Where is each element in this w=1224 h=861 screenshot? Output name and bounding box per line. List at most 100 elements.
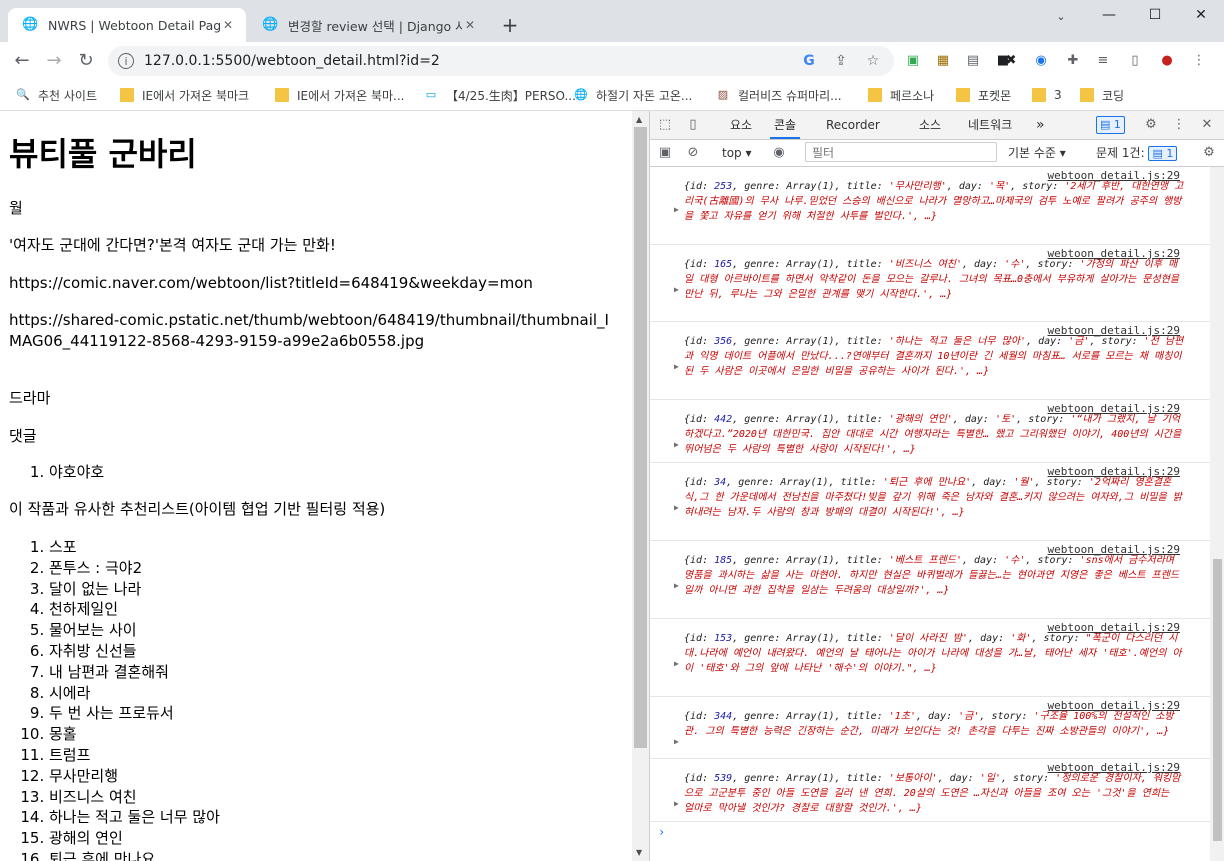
share-icon[interactable]: ⇪: [832, 52, 850, 70]
settings-gear-icon[interactable]: ⚙: [1142, 116, 1160, 134]
expand-triangle-icon[interactable]: ▶: [674, 737, 679, 746]
close-devtools-icon[interactable]: ✕: [1198, 116, 1216, 134]
console-entry[interactable]: webtoon_detail.js:29 ▶ {id: 442, genre: …: [650, 400, 1210, 463]
close-window-button[interactable]: ✕: [1178, 0, 1224, 30]
sidebar-toggle-icon[interactable]: ▣: [656, 144, 674, 162]
close-tab-icon[interactable]: ✕: [220, 17, 236, 33]
bookmark-item[interactable]: 코딩: [1080, 86, 1124, 104]
side-panel-icon[interactable]: ▯: [1126, 52, 1144, 70]
reading-list-icon[interactable]: ≡: [1094, 52, 1112, 70]
bookmark-item[interactable]: IE에서 가져온 북마크: [120, 86, 249, 104]
webtoon-story: '여자도 군대에 간다면?'본격 여자도 군대 가는 만화!: [9, 236, 336, 254]
image-extension-icon[interactable]: ▦: [934, 52, 952, 70]
folder-icon: [868, 88, 882, 102]
scroll-up-icon[interactable]: ▲: [636, 115, 642, 124]
console-prompt[interactable]: ›: [658, 825, 665, 839]
console-entry[interactable]: webtoon_detail.js:29 ▶ {id: 344, genre: …: [650, 697, 1210, 759]
console-filter-input[interactable]: 필터: [805, 142, 997, 162]
expand-triangle-icon[interactable]: ▶: [674, 799, 679, 808]
issues-link[interactable]: 문제 1건: ▤ 1: [1096, 139, 1178, 167]
tab-sources[interactable]: 소스: [919, 111, 941, 139]
issues-count-badge: ▤ 1: [1148, 146, 1178, 161]
console-scrollbar[interactable]: [1210, 167, 1224, 861]
scroll-down-icon[interactable]: ▼: [636, 848, 642, 857]
bookmark-item[interactable]: ▨ 컬러비즈 슈퍼마리...: [716, 86, 842, 104]
comment-list: 야호야호: [9, 462, 104, 483]
bookmark-item[interactable]: 🔍 추천 사이트: [16, 86, 97, 104]
tab-network[interactable]: 네트워크: [968, 111, 1012, 139]
new-tab-button[interactable]: +: [498, 13, 522, 37]
console-message: {id: 165, genre: Array(1), title: '비즈니스 …: [684, 259, 1180, 300]
back-arrow-icon[interactable]: ←: [10, 49, 34, 73]
issues-label: 문제 1건:: [1096, 146, 1145, 160]
clear-console-icon[interactable]: ⊘: [684, 144, 702, 162]
console-message: {id: 344, genre: Array(1), title: '1초', …: [684, 711, 1174, 737]
url-text[interactable]: 127.0.0.1:5500/webtoon_detail.html?id=2: [144, 53, 440, 69]
console-settings-gear-icon[interactable]: ⚙: [1200, 144, 1218, 162]
console-message: {id: 253, genre: Array(1), title: '무사만리행…: [684, 181, 1184, 222]
extension-icon[interactable]: ▤: [964, 52, 982, 70]
menu-kebab-icon[interactable]: ⋮: [1190, 52, 1208, 70]
list-item: 광해의 연인: [49, 828, 220, 849]
bookmark-item[interactable]: 🌐 하절기 자돈 고온...: [574, 86, 692, 104]
console-entry[interactable]: webtoon_detail.js:29 ▶ {id: 356, genre: …: [650, 322, 1210, 400]
bookmark-item[interactable]: IE에서 가져온 북마...: [275, 86, 404, 104]
more-tabs-icon[interactable]: »: [1036, 111, 1045, 139]
bookmark-item[interactable]: 3: [1032, 86, 1062, 104]
log-level-select[interactable]: 기본 수준 ▾: [1008, 139, 1066, 167]
cursor-extension-icon[interactable]: ✖: [1002, 52, 1020, 70]
bookmark-item[interactable]: ▭ 【4/25.生肉】PERSO...: [424, 86, 576, 104]
tab-search-icon[interactable]: ⌄: [1050, 6, 1072, 28]
expand-triangle-icon[interactable]: ▶: [674, 581, 679, 590]
browser-tab-active[interactable]: 🌐 NWRS | Webtoon Detail Page ✕: [8, 8, 246, 42]
inspect-element-icon[interactable]: ⬚: [656, 116, 674, 134]
extension-icon[interactable]: ◉: [1032, 52, 1050, 70]
console-output: webtoon_detail.js:29 ▶ {id: 253, genre: …: [650, 167, 1210, 861]
browser-tab[interactable]: 🌐 변경할 review 선택 | Django 사이트 ✕: [248, 8, 488, 42]
scrollbar-thumb[interactable]: [1213, 559, 1222, 841]
device-toolbar-icon[interactable]: ▯: [684, 116, 702, 134]
tab-console[interactable]: 콘솔: [770, 111, 801, 139]
page-scrollbar[interactable]: ▲ ▼: [632, 111, 649, 861]
console-entry[interactable]: webtoon_detail.js:29 ▶ {id: 153, genre: …: [650, 619, 1210, 697]
scrollbar-thumb[interactable]: [634, 127, 647, 748]
console-entry[interactable]: webtoon_detail.js:29 ▶ {id: 34, genre: A…: [650, 463, 1210, 541]
bookmark-label: 【4/25.生肉】PERSO...: [446, 88, 576, 103]
minimize-button[interactable]: —: [1086, 0, 1132, 30]
console-entry[interactable]: webtoon_detail.js:29 ▶ {id: 165, genre: …: [650, 245, 1210, 322]
globe-icon: 🌐: [574, 88, 588, 101]
expand-triangle-icon[interactable]: ▶: [674, 362, 679, 371]
close-tab-icon[interactable]: ✕: [462, 17, 478, 33]
console-entry[interactable]: webtoon_detail.js:29 ▶ {id: 253, genre: …: [650, 167, 1210, 245]
list-item: 하나는 적고 둘은 너무 많아: [49, 807, 220, 828]
expand-triangle-icon[interactable]: ▶: [674, 285, 679, 294]
maximize-button[interactable]: ☐: [1132, 0, 1178, 30]
expand-triangle-icon[interactable]: ▶: [674, 503, 679, 512]
live-expression-eye-icon[interactable]: ◉: [770, 144, 788, 162]
bookmark-item[interactable]: 포켓몬: [956, 86, 1011, 104]
console-entry[interactable]: webtoon_detail.js:29 ▶ {id: 185, genre: …: [650, 541, 1210, 619]
address-bar[interactable]: i 127.0.0.1:5500/webtoon_detail.html?id=…: [108, 46, 894, 76]
console-message: {id: 442, genre: Array(1), title: '광해의 연…: [684, 414, 1182, 455]
expand-triangle-icon[interactable]: ▶: [674, 659, 679, 668]
google-translate-icon[interactable]: G: [800, 52, 818, 70]
context-select[interactable]: top ▾: [722, 139, 752, 167]
bookmark-item[interactable]: 페르소나: [868, 86, 934, 104]
console-entry[interactable]: webtoon_detail.js:29 ▶ {id: 539, genre: …: [650, 759, 1210, 822]
expand-triangle-icon[interactable]: ▶: [674, 440, 679, 449]
forward-arrow-icon[interactable]: →: [42, 49, 66, 73]
console-message: {id: 153, genre: Array(1), title: '달이 사라…: [684, 633, 1182, 674]
issues-badge[interactable]: ▤ 1: [1096, 116, 1125, 134]
expand-triangle-icon[interactable]: ▶: [674, 205, 679, 214]
tab-elements[interactable]: 요소: [730, 111, 752, 139]
avatar[interactable]: ●: [1158, 52, 1176, 70]
bookmark-star-icon[interactable]: ☆: [864, 52, 882, 70]
devtools-tab-bar: ⬚ ▯ 요소 콘솔 Recorder 소스 네트워크 » ▤ 1 ⚙ ⋮ ✕: [650, 111, 1224, 140]
extensions-puzzle-icon[interactable]: ✚: [1064, 52, 1082, 70]
extension-icon[interactable]: ▣: [904, 52, 922, 70]
reload-icon[interactable]: ↻: [74, 49, 98, 73]
list-item: 내 남편과 결혼해줘: [49, 662, 220, 683]
menu-kebab-icon[interactable]: ⋮: [1170, 116, 1188, 134]
site-info-icon[interactable]: i: [118, 53, 134, 69]
tab-recorder[interactable]: Recorder: [826, 111, 880, 139]
